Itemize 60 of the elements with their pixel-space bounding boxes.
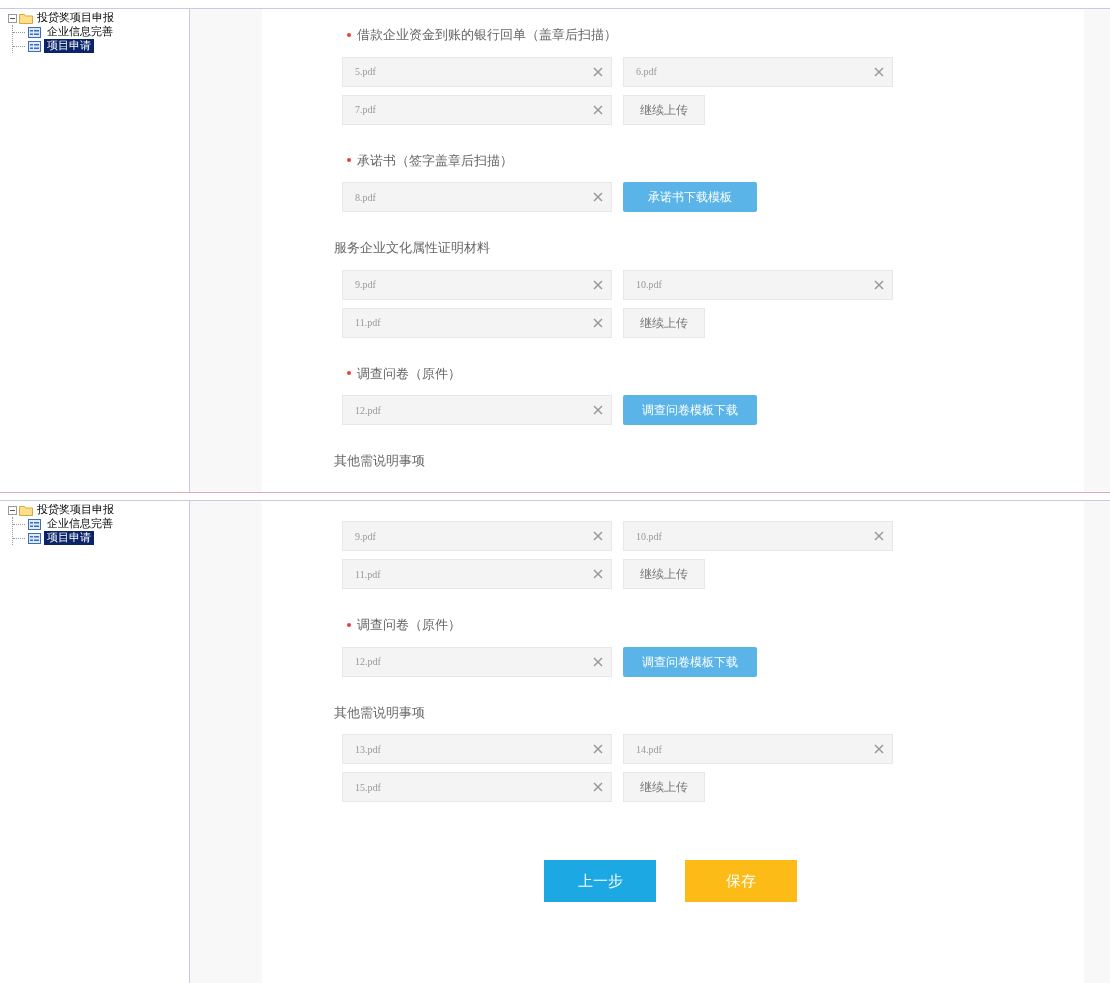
file-field[interactable]: 7.pdf bbox=[342, 94, 612, 125]
field-label: 调查问卷（原件） bbox=[347, 615, 461, 635]
tree-item[interactable]: 企业信息完善 bbox=[44, 517, 116, 531]
upload-button[interactable]: 继续上传 bbox=[623, 559, 705, 589]
tree-item[interactable]: 投贷奖项目申报 bbox=[35, 503, 116, 517]
file-field[interactable]: 9.pdf bbox=[342, 269, 612, 300]
upload-button[interactable]: 继续上传 bbox=[623, 94, 705, 125]
field-label: 服务企业文化属性证明材料 bbox=[334, 239, 490, 257]
upload-button[interactable]: 继续上传 bbox=[623, 307, 705, 338]
file-field[interactable]: 12.pdf bbox=[342, 395, 612, 425]
file-field[interactable]: 12.pdf bbox=[342, 646, 612, 677]
close-icon[interactable] bbox=[874, 531, 884, 541]
tree-item[interactable]: 项目申请 bbox=[44, 39, 94, 53]
close-icon[interactable] bbox=[874, 279, 884, 290]
close-icon[interactable] bbox=[593, 656, 603, 667]
list-page-icon bbox=[28, 40, 41, 52]
close-icon[interactable] bbox=[593, 317, 603, 328]
close-icon[interactable] bbox=[593, 782, 603, 792]
download-template-button[interactable]: 承诺书下载模板 bbox=[623, 182, 757, 212]
file-field[interactable]: 9.pdf bbox=[342, 521, 612, 551]
download-template-button[interactable]: 调查问卷模板下载 bbox=[623, 646, 757, 677]
file-field[interactable]: 8.pdf bbox=[342, 182, 612, 212]
file-field[interactable]: 11.pdf bbox=[342, 559, 612, 589]
folder-icon bbox=[19, 504, 33, 516]
list-page-icon bbox=[28, 26, 41, 38]
folder-icon bbox=[19, 12, 33, 24]
file-field[interactable]: 11.pdf bbox=[342, 307, 612, 338]
tree-item[interactable]: 投贷奖项目申报 bbox=[35, 11, 116, 25]
close-icon[interactable] bbox=[593, 279, 603, 290]
upload-button[interactable]: 继续上传 bbox=[623, 772, 705, 802]
close-icon[interactable] bbox=[593, 66, 603, 77]
file-field[interactable]: 13.pdf bbox=[342, 734, 612, 764]
file-field[interactable]: 5.pdf bbox=[342, 56, 612, 87]
close-icon[interactable] bbox=[593, 104, 603, 115]
list-page-icon bbox=[28, 518, 41, 530]
expander-toggle[interactable] bbox=[8, 13, 17, 23]
field-label: 其他需说明事项 bbox=[334, 703, 425, 722]
file-field[interactable]: 10.pdf bbox=[623, 521, 893, 551]
file-field[interactable]: 15.pdf bbox=[342, 772, 612, 802]
field-label: 借款企业资金到账的银行回单（盖章后扫描） bbox=[347, 25, 617, 45]
close-icon[interactable] bbox=[593, 744, 603, 754]
field-label: 承诺书（签字盖章后扫描） bbox=[347, 150, 513, 170]
file-field[interactable]: 6.pdf bbox=[623, 56, 893, 87]
close-icon[interactable] bbox=[593, 531, 603, 541]
close-icon[interactable] bbox=[874, 66, 884, 77]
close-icon[interactable] bbox=[874, 744, 884, 754]
file-field[interactable]: 14.pdf bbox=[623, 734, 893, 764]
tree-item[interactable]: 企业信息完善 bbox=[44, 25, 116, 39]
file-field[interactable]: 10.pdf bbox=[623, 269, 893, 300]
expander-toggle[interactable] bbox=[8, 505, 17, 515]
list-page-icon bbox=[28, 532, 41, 544]
download-template-button[interactable]: 调查问卷模板下载 bbox=[623, 395, 757, 425]
close-icon[interactable] bbox=[593, 405, 603, 415]
close-icon[interactable] bbox=[593, 192, 603, 202]
save-button[interactable]: 保存 bbox=[685, 860, 797, 902]
back-button[interactable]: 上一步 bbox=[544, 860, 656, 902]
close-icon[interactable] bbox=[593, 569, 603, 579]
tree-item[interactable]: 项目申请 bbox=[44, 531, 94, 545]
field-label: 调查问卷（原件） bbox=[347, 363, 461, 383]
field-label: 其他需说明事项 bbox=[334, 452, 425, 470]
